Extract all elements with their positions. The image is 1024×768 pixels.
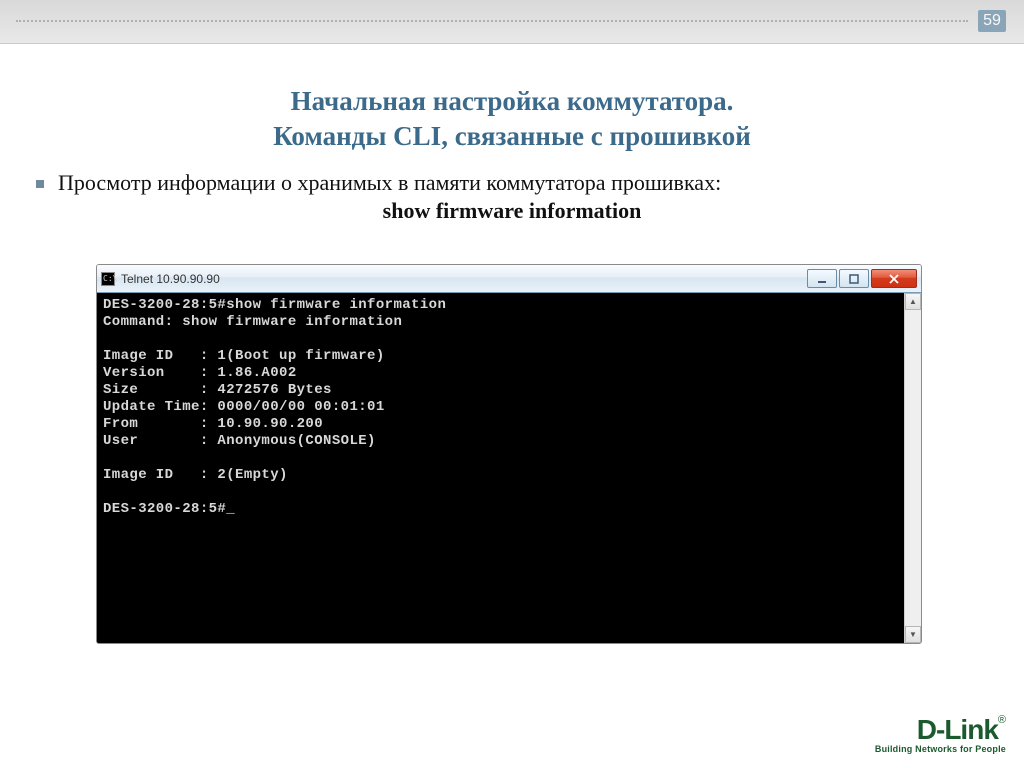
bullet-text: Просмотр информации о хранимых в памяти …	[58, 170, 988, 196]
terminal-body: DES-3200-28:5#show firmware information …	[97, 293, 921, 643]
window-title-text: Telnet 10.90.90.90	[121, 272, 805, 286]
cmd-icon: C:\	[101, 272, 115, 286]
t-line: User : Anonymous(CONSOLE)	[103, 433, 376, 449]
scrollbar[interactable]: ▲ ▼	[904, 293, 921, 643]
t-line: Update Time: 0000/00/00 00:01:01	[103, 399, 385, 415]
window-titlebar: C:\ Telnet 10.90.90.90	[97, 265, 921, 293]
window-controls	[805, 269, 917, 288]
title-line-1: Начальная настройка коммутатора.	[0, 84, 1024, 119]
minimize-button[interactable]	[807, 269, 837, 288]
close-button[interactable]	[871, 269, 917, 288]
scroll-up-icon[interactable]: ▲	[905, 293, 921, 310]
scroll-track[interactable]	[905, 310, 921, 626]
header-accent-line	[16, 20, 968, 22]
logo-registered-icon: ®	[998, 714, 1006, 726]
t-prompt: DES-3200-28:5#	[103, 501, 235, 517]
slide-title: Начальная настройка коммутатора. Команды…	[0, 84, 1024, 154]
t-line: Version : 1.86.A002	[103, 365, 297, 381]
bullet-item: Просмотр информации о хранимых в памяти …	[36, 170, 988, 224]
t-line: Size : 4272576 Bytes	[103, 382, 332, 398]
t-line: Image ID : 2(Empty)	[103, 467, 288, 483]
bullet-command: show firmware information	[36, 198, 988, 224]
t-line: Image ID : 1(Boot up firmware)	[103, 348, 385, 364]
logo-tagline: Building Networks for People	[875, 744, 1006, 754]
slide-header-bar: 59	[0, 0, 1024, 44]
terminal-window: C:\ Telnet 10.90.90.90 DES-3200-28:5#sho…	[96, 264, 922, 644]
title-line-2: Команды CLI, связанные с прошивкой	[0, 119, 1024, 154]
page-number: 59	[978, 10, 1006, 32]
terminal-output[interactable]: DES-3200-28:5#show firmware information …	[97, 293, 904, 643]
t-line: Command: show firmware information	[103, 314, 402, 330]
brand-logo: D-Link® Building Networks for People	[875, 714, 1006, 754]
t-line: DES-3200-28:5#show firmware information	[103, 297, 446, 313]
maximize-button[interactable]	[839, 269, 869, 288]
bullet-marker	[36, 180, 44, 188]
scroll-down-icon[interactable]: ▼	[905, 626, 921, 643]
logo-text: D-Link	[917, 714, 998, 745]
t-line: From : 10.90.90.200	[103, 416, 323, 432]
